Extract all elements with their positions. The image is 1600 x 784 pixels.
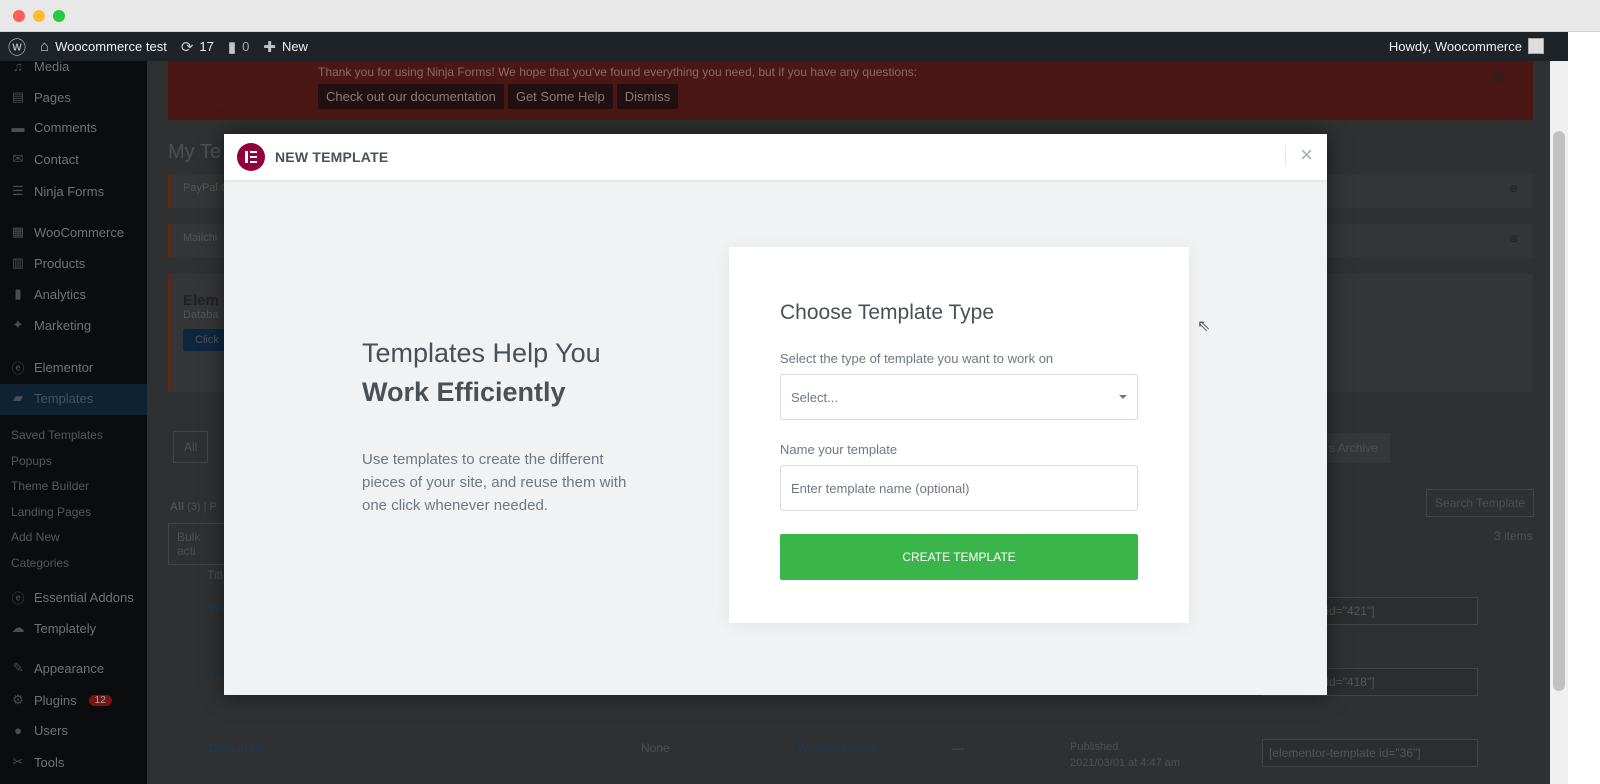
menu-icon: ▥ xyxy=(11,255,25,270)
tab-archive[interactable]: s Archive xyxy=(1317,433,1390,463)
menu-icon: ☁ xyxy=(11,620,25,635)
shortcode-field[interactable]: [elementor-template id="36"] xyxy=(1262,739,1478,767)
plugins-badge: 12 xyxy=(88,694,112,706)
column-title: Titl xyxy=(207,568,223,582)
avatar xyxy=(1528,38,1544,54)
intro-text: Use templates to create the different pi… xyxy=(362,451,627,514)
menu-icon: ☰ xyxy=(12,183,24,198)
template-form: Choose Template Type Select the type of … xyxy=(729,247,1189,623)
sidebar-item-templates[interactable]: ▰ Templates xyxy=(10,390,93,406)
bulk-actions-select[interactable]: Bulk acti xyxy=(168,523,228,565)
comment-icon: ▮ xyxy=(227,38,237,56)
sidebar-item-appearance[interactable]: ✎ Appearance xyxy=(10,660,105,676)
menu-icon: ⓔ xyxy=(11,591,25,606)
sidebar-item-pages[interactable]: ▤ Pages xyxy=(10,89,71,105)
intro-subtitle: Work Efficiently xyxy=(362,377,566,407)
admin-bar: ⓦ ⌂ Woocommerce test ⟳ 17 ▮ 0 ✚ New Howdy, W… xyxy=(0,32,1568,61)
site-link[interactable]: ⌂ Woocommerce test xyxy=(40,38,167,55)
intro-panel: Templates Help You Work Efficiently Use … xyxy=(362,338,642,517)
sidebar-item-comments[interactable]: ▬ Comments xyxy=(10,120,97,135)
refresh-icon: ⟳ xyxy=(180,38,194,56)
tab-all[interactable]: All xyxy=(173,431,209,463)
new-template-modal: NEW TEMPLATE × Templates Help You Work E… xyxy=(224,134,1327,695)
sidebar-item-plugins[interactable]: ⚙ Plugins 12 xyxy=(10,692,112,708)
menu-icon: ⚙ xyxy=(12,692,24,707)
intro-title: Templates Help You xyxy=(362,338,601,368)
form-title: Choose Template Type xyxy=(780,301,995,324)
mouse-cursor-icon: ⇖ xyxy=(1197,318,1211,335)
caret-down-icon xyxy=(1119,395,1127,399)
submenu-theme-builder[interactable]: Theme Builder xyxy=(11,479,89,493)
sidebar-item-essential-addons[interactable]: ⓔ Essential Addons xyxy=(10,588,133,607)
browser-titlebar xyxy=(0,0,1600,32)
close-window-button[interactable] xyxy=(13,10,25,22)
menu-icon: ✉ xyxy=(12,151,24,166)
home-icon: ⌂ xyxy=(40,38,50,55)
new-link[interactable]: ✚ New xyxy=(263,38,308,56)
close-notice-icon[interactable]: ⊗ xyxy=(1509,232,1518,245)
template-type-select[interactable]: Select... xyxy=(780,374,1138,420)
sidebar-item-templately[interactable]: ☁ Templately xyxy=(10,620,97,636)
items-count: 3 items xyxy=(1494,529,1533,543)
close-notice-icon[interactable]: ⊗ xyxy=(1492,67,1505,87)
admin-sidebar: ♫ Media ▤ Pages ▬ Comments ✉ Contact ☰ Ninja Form… xyxy=(0,59,147,784)
notice-text: Thank you for using Ninja Forms! We hope… xyxy=(318,65,918,79)
ninja-forms-notice: Thank you for using Ninja Forms! We hope… xyxy=(168,61,1533,120)
template-name-label: Name your template xyxy=(780,442,898,457)
menu-icon: ▦ xyxy=(11,224,25,239)
menu-icon: ▤ xyxy=(11,89,25,104)
menu-icon: ▬ xyxy=(11,120,25,135)
menu-icon: ✦ xyxy=(12,317,24,332)
plus-icon: ✚ xyxy=(263,38,276,56)
wordpress-logo-icon[interactable]: ⓦ xyxy=(8,34,26,60)
menu-icon: ⓔ xyxy=(11,361,25,376)
get-help-button[interactable]: Get Some Help xyxy=(507,84,613,109)
sidebar-item-ninja-forms[interactable]: ☰ Ninja Forms xyxy=(10,183,104,199)
sidebar-item-contact[interactable]: ✉ Contact xyxy=(10,151,79,167)
menu-icon: ● xyxy=(14,723,22,738)
submenu-add-new[interactable]: Add New xyxy=(11,530,60,544)
menu-icon: ✎ xyxy=(12,660,24,675)
sidebar-item-tools[interactable]: ✂ Tools xyxy=(10,754,65,770)
submenu-landing-pages[interactable]: Landing Pages xyxy=(11,505,91,519)
comments-link[interactable]: ▮ 0 xyxy=(228,38,250,56)
sidebar-item-users[interactable]: ● Users xyxy=(10,723,68,738)
sidebar-item-marketing[interactable]: ✦ Marketing xyxy=(10,317,92,333)
account-menu[interactable]: Howdy, Woocommerce xyxy=(1389,38,1544,54)
sidebar-item-woocommerce[interactable]: ▦ WooCommerce xyxy=(10,224,124,240)
submenu-saved-templates[interactable]: Saved Templates xyxy=(11,428,103,442)
modal-header: NEW TEMPLATE × xyxy=(224,134,1327,180)
menu-icon: ▰ xyxy=(13,390,23,405)
submenu-popups[interactable]: Popups xyxy=(11,454,52,468)
elementor-logo-icon xyxy=(237,143,265,171)
menu-icon: ♫ xyxy=(13,59,23,74)
create-template-button[interactable]: CREATE TEMPLATE xyxy=(780,534,1138,580)
row-title-link[interactable]: Default Kit xyxy=(209,741,264,755)
modal-title: NEW TEMPLATE xyxy=(275,149,389,165)
close-modal-button[interactable]: × xyxy=(1285,144,1313,166)
documentation-button[interactable]: Check out our documentation xyxy=(318,84,504,109)
template-name-input[interactable]: Enter template name (optional) xyxy=(780,465,1138,511)
page-title: My Te xyxy=(168,141,221,163)
template-type-label: Select the type of template you want to … xyxy=(780,351,1054,366)
sidebar-item-media[interactable]: ♫ Media xyxy=(10,59,69,74)
search-template-button[interactable]: Search Template xyxy=(1426,489,1534,517)
page-scrollbar[interactable] xyxy=(1550,61,1568,784)
close-notice-icon[interactable]: ⊗ xyxy=(1509,182,1518,195)
row-title-link[interactable]: Zo xyxy=(209,671,223,685)
minimize-window-button[interactable] xyxy=(33,10,45,22)
updates-link[interactable]: ⟳ 17 xyxy=(181,38,214,56)
menu-icon: ▮ xyxy=(14,286,22,301)
maximize-window-button[interactable] xyxy=(53,10,65,22)
sidebar-item-products[interactable]: ▥ Products xyxy=(10,255,85,271)
sidebar-item-elementor[interactable]: ⓔ Elementor xyxy=(10,358,93,377)
sidebar-item-analytics[interactable]: ▮ Analytics xyxy=(10,286,86,302)
menu-icon: ✂ xyxy=(12,754,24,769)
dismiss-button[interactable]: Dismiss xyxy=(616,84,679,109)
scrollbar-thumb[interactable] xyxy=(1553,131,1565,691)
submenu-categories[interactable]: Categories xyxy=(11,556,69,570)
